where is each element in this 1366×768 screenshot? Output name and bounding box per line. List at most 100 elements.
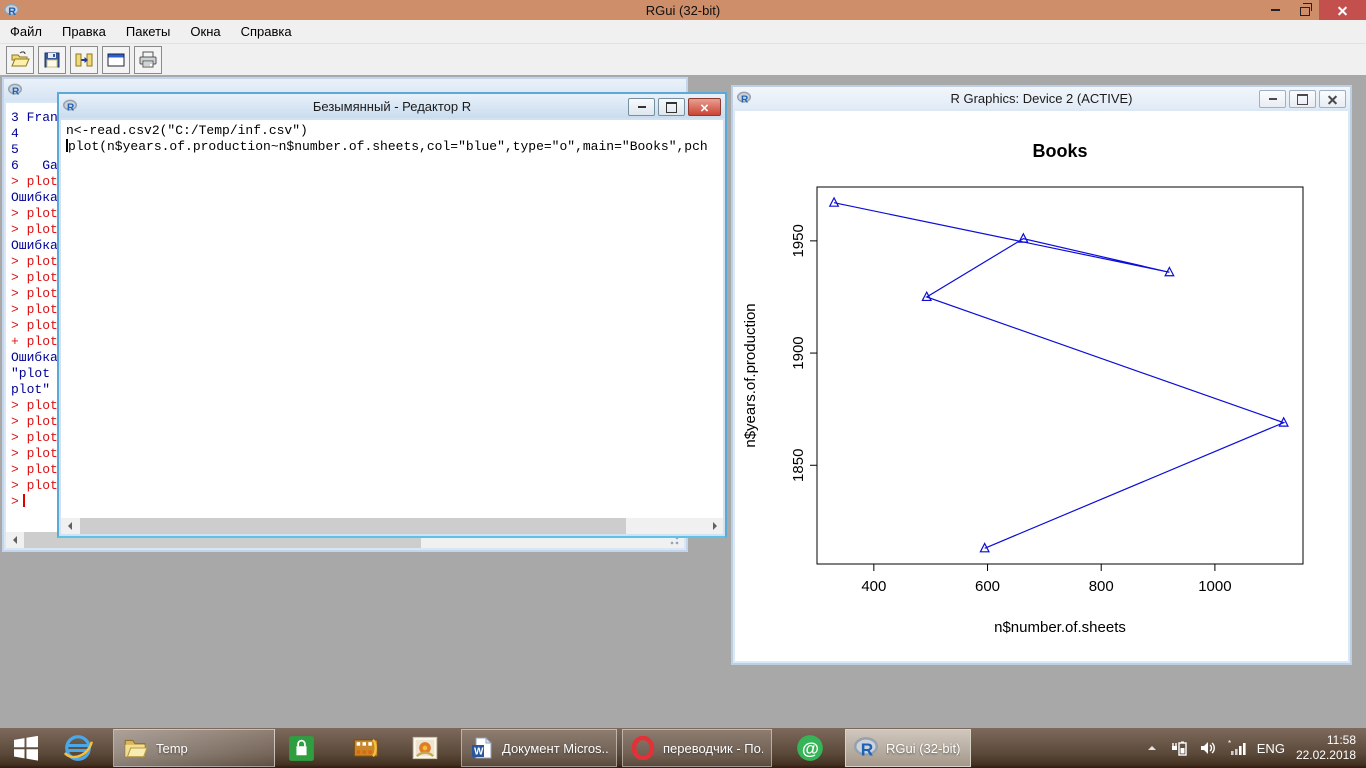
restore-button[interactable]	[1290, 0, 1319, 20]
editor-text[interactable]: n<-read.csv2("C:/Temp/inf.csv") plot(n$ye…	[61, 120, 723, 155]
clock[interactable]: 11:58 22.02.2018	[1296, 733, 1356, 763]
r-logo-icon: R	[854, 736, 878, 760]
photos-icon	[411, 734, 439, 762]
taskbar-item-label: Документ Micros...	[502, 740, 608, 756]
editor-titlebar[interactable]: R Безымянный - Редактор R	[59, 94, 725, 118]
speaker-icon[interactable]	[1199, 739, 1217, 757]
svg-text:n$years.of.production: n$years.of.production	[742, 303, 759, 447]
system-tray: * ENG 11:58 22.02.2018	[1145, 733, 1366, 763]
svg-text:@: @	[802, 738, 819, 758]
store-icon	[288, 735, 315, 762]
taskbar-item-label: Temp	[156, 740, 188, 756]
open-script-button[interactable]	[6, 45, 34, 74]
language-indicator[interactable]: ENG	[1257, 741, 1285, 756]
svg-text:1950: 1950	[790, 224, 807, 257]
save-button[interactable]	[38, 45, 66, 74]
menu-item-3[interactable]: Окна	[180, 21, 230, 42]
r-logo-icon: R	[8, 83, 22, 97]
tray-expand-icon[interactable]	[1145, 741, 1159, 755]
opera-translator[interactable]: переводчик - По...	[622, 729, 772, 767]
windows-button[interactable]	[102, 45, 130, 74]
svg-text:1850: 1850	[790, 449, 807, 482]
desktop: R RGui (32-bit) Файл Правка Пакеты Окна Спра…	[0, 0, 1366, 768]
opera-icon	[631, 736, 655, 760]
word-document[interactable]: W Документ Micros...	[461, 729, 617, 767]
graphics-title: R Graphics: Device 2 (ACTIVE)	[950, 90, 1133, 106]
svg-text:*: *	[1228, 739, 1231, 748]
network-icon[interactable]: *	[1228, 739, 1246, 757]
svg-text:1000: 1000	[1198, 578, 1231, 595]
editor-client[interactable]: n<-read.csv2("C:/Temp/inf.csv") plot(n$ye…	[61, 120, 723, 534]
maximize-icon	[666, 101, 677, 113]
editor-window[interactable]: R Безымянный - Редактор R n<-read.csv2("…	[57, 92, 727, 538]
close-button[interactable]	[1319, 0, 1366, 20]
svg-text:W: W	[474, 747, 484, 758]
minimize-icon	[637, 106, 646, 108]
temp-folder[interactable]: Temp	[113, 729, 275, 767]
word-icon: W	[470, 736, 494, 760]
close-icon	[1327, 94, 1338, 105]
graphics-close-button[interactable]	[1319, 90, 1346, 108]
editor-title: Безымянный - Редактор R	[312, 98, 472, 114]
print-button[interactable]	[134, 45, 162, 74]
editor-maximize-button[interactable]	[658, 98, 685, 116]
window-controls	[1261, 0, 1366, 20]
graphics-window[interactable]: R R Graphics: Device 2 (ACTIVE) 400 600 80…	[731, 85, 1352, 665]
start-icon	[11, 733, 41, 763]
editor-minimize-button[interactable]	[628, 98, 655, 116]
graphics-minimize-button[interactable]	[1259, 90, 1286, 108]
svg-text:1900: 1900	[790, 336, 807, 369]
tray-time: 11:58	[1326, 733, 1356, 747]
menu-item-4[interactable]: Справка	[231, 21, 302, 42]
rgui-titlebar[interactable]: R RGui (32-bit)	[0, 0, 1366, 20]
menu-item-2[interactable]: Пакеты	[116, 21, 181, 42]
editor-scroll-track[interactable]	[78, 518, 706, 534]
start-button[interactable]	[8, 729, 44, 767]
taskbar-items: Temp W Документ Micros... переводчик - По..…	[0, 729, 1145, 767]
svg-text:n$number.of.sheets: n$number.of.sheets	[994, 619, 1126, 636]
mailru-icon: @	[796, 734, 824, 762]
window-title: RGui (32-bit)	[645, 2, 721, 18]
text-cursor	[22, 494, 25, 507]
scroll-left-arrow-icon[interactable]	[61, 518, 78, 534]
editor-close-button[interactable]	[688, 98, 721, 116]
close-icon	[700, 103, 709, 112]
plot-svg: 400 600 800 1000 1850 1900 1950 n$number.of.she…	[742, 141, 1304, 636]
graphics-controls	[1259, 90, 1346, 108]
taskbar: Temp W Документ Micros... переводчик - По..…	[0, 728, 1366, 768]
minimize-button[interactable]	[1261, 0, 1290, 20]
photos-app[interactable]	[410, 729, 440, 767]
tray-date: 22.02.2018	[1295, 748, 1356, 762]
graphics-titlebar[interactable]: R R Graphics: Device 2 (ACTIVE)	[733, 87, 1350, 109]
minimize-icon	[1271, 9, 1280, 11]
movie-maker[interactable]	[351, 729, 381, 767]
windows-store[interactable]	[287, 729, 315, 767]
svg-text:400: 400	[861, 578, 886, 595]
svg-text:R: R	[861, 740, 874, 760]
close-icon	[1337, 5, 1348, 16]
battery-icon[interactable]	[1170, 739, 1188, 757]
menu-item-1[interactable]: Правка	[52, 21, 116, 42]
editor-scroll-thumb[interactable]	[80, 518, 627, 534]
menu-item-0[interactable]: Файл	[0, 21, 52, 42]
editor-controls	[628, 98, 721, 116]
taskbar-item-label: переводчик - По...	[663, 740, 763, 756]
maximize-icon	[1297, 93, 1308, 105]
internet-explorer[interactable]	[62, 729, 94, 767]
taskbar-item-label: RGui (32-bit)	[886, 740, 961, 756]
code-line: plot(n$years.of.production~n$number.of.s…	[66, 139, 708, 154]
graphics-maximize-button[interactable]	[1289, 90, 1316, 108]
scroll-left-arrow-icon[interactable]	[6, 532, 23, 548]
mailru-agent[interactable]: @	[795, 729, 825, 767]
editor-hscrollbar[interactable]	[61, 518, 723, 534]
svg-text:800: 800	[1089, 578, 1114, 595]
scroll-right-arrow-icon[interactable]	[706, 518, 723, 534]
text-cursor	[66, 139, 68, 152]
plot-area: 400 600 800 1000 1850 1900 1950 n$number.of.she…	[735, 111, 1348, 661]
ie-icon	[63, 733, 93, 763]
copy-paste-button[interactable]	[70, 45, 98, 74]
svg-text:600: 600	[975, 578, 1000, 595]
minimize-icon	[1268, 98, 1277, 100]
rgui-taskbar[interactable]: R RGui (32-bit)	[845, 729, 971, 767]
folder-icon	[122, 735, 148, 761]
